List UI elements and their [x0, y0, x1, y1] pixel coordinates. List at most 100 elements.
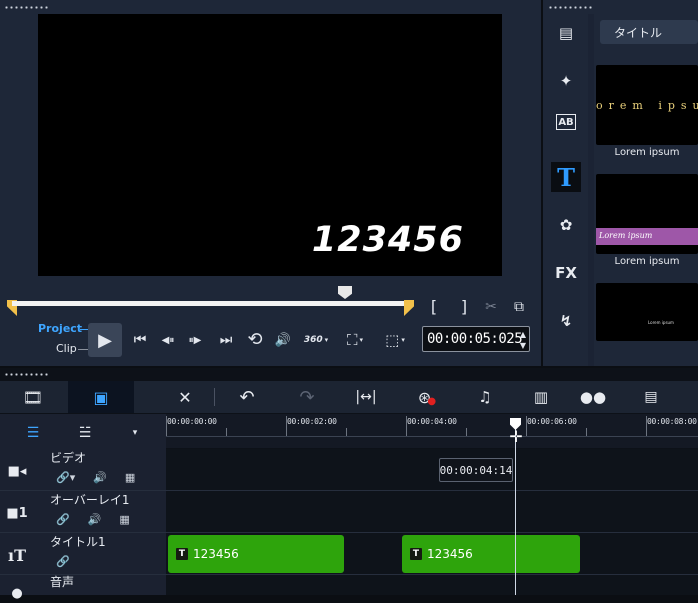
path-icon[interactable]: ↯: [551, 306, 581, 336]
link-icon[interactable]: 🔗: [56, 513, 70, 526]
thumbnail-text: Lorem ipsum: [599, 231, 653, 240]
sound-mixer-icon[interactable]: ♫: [470, 381, 500, 413]
move-cursor-icon: ✛: [509, 427, 523, 446]
track-row-audio: ● 音声: [0, 573, 698, 601]
redo-icon[interactable]: ↷: [292, 381, 322, 413]
timeline-view-icon[interactable]: ▣: [68, 381, 134, 413]
undo-icon[interactable]: ↶: [232, 381, 262, 413]
crop-icon: ⬚: [385, 331, 400, 349]
library-category-dropdown[interactable]: タイトル: [600, 20, 698, 44]
checker-icon[interactable]: ▦: [119, 513, 129, 526]
next-button[interactable]: ⏭: [216, 330, 236, 350]
library-divider: [588, 14, 594, 366]
instant-project-icon[interactable]: ✦: [551, 66, 581, 96]
volume-icon[interactable]: 🔊: [88, 513, 102, 526]
library-category-rail: ▤ ✦ AB T ✿ FX ↯: [543, 14, 588, 366]
step-forward-icon: ⏸▶: [188, 334, 202, 346]
panel-grip[interactable]: [4, 373, 48, 376]
panel-grip[interactable]: [4, 6, 48, 9]
auto-music-icon[interactable]: ▥: [526, 381, 556, 413]
title-thumbnail[interactable]: Lorem ipsum: [596, 283, 698, 341]
split-clip-icon[interactable]: ✂: [480, 296, 502, 318]
add-track-icon[interactable]: ☱: [74, 424, 96, 442]
clip-label: 123456: [427, 547, 473, 561]
mode-connector: [80, 329, 88, 330]
track-name[interactable]: タイトル1: [50, 533, 106, 550]
track-lane[interactable]: [166, 575, 698, 595]
timeline-playhead-line[interactable]: [515, 428, 516, 595]
timecode-down-icon[interactable]: ▼: [517, 340, 529, 350]
title-clip[interactable]: T 123456: [168, 535, 344, 573]
panel-grip[interactable]: [548, 6, 592, 9]
track-tools: 🔗▾ 🔊 ▦: [56, 471, 135, 484]
preview-window[interactable]: 123456: [38, 14, 502, 276]
ruler-tick: [406, 416, 407, 436]
crop-button[interactable]: ⬚ ▾: [380, 330, 410, 350]
mode-project-label[interactable]: Project: [38, 322, 82, 335]
mode-clip-label[interactable]: Clip: [56, 342, 77, 355]
chevron-down-icon: ▾: [324, 336, 329, 344]
scrub-bar[interactable]: [12, 301, 414, 306]
track-tools: 🔗 🔊 ▦: [56, 513, 130, 526]
step-back-button[interactable]: ◀⏸: [158, 330, 178, 350]
ruler-tick: [586, 428, 587, 436]
tools-icon[interactable]: ✕: [168, 381, 202, 413]
track-row-video: ■◂ ビデオ 🔗▾ 🔊 ▦: [0, 449, 698, 491]
timecode-field[interactable]: 00:00:05:025: [422, 326, 530, 352]
link-icon[interactable]: 🔗▾: [56, 471, 75, 484]
track-lane[interactable]: [166, 491, 698, 532]
skip-forward-icon: ⏭: [219, 332, 233, 348]
media-icon[interactable]: ▤: [551, 18, 581, 48]
title-thumbnail[interactable]: orem ipsu: [596, 65, 698, 145]
repeat-icon: ⟲: [247, 328, 263, 350]
transition-icon[interactable]: AB: [556, 114, 576, 130]
previous-button[interactable]: ⏮: [130, 330, 150, 350]
video-track-icon: ■◂: [7, 463, 27, 479]
play-button[interactable]: ▶: [88, 323, 122, 357]
chevron-down-icon[interactable]: ▾: [128, 426, 142, 440]
thumbnail-label: Lorem ipsum: [614, 256, 680, 267]
aspect-ratio-button[interactable]: ⛶ ▾: [340, 330, 370, 350]
playhead-tooltip: 00:00:04:14: [439, 458, 513, 482]
graphics-icon[interactable]: ✿: [551, 210, 581, 240]
record-capture-icon[interactable]: ⊛ ●: [412, 381, 442, 413]
record-dot-icon: ●: [427, 395, 437, 407]
snapshot-icon[interactable]: ⧉: [508, 296, 530, 318]
volume-button[interactable]: 🔊: [272, 330, 294, 350]
motion-tracking-icon[interactable]: ●●: [578, 381, 608, 413]
link-icon[interactable]: 🔗: [56, 555, 70, 568]
thumbnail-label: Lorem ipsum: [614, 147, 680, 158]
title-clip-icon: T: [410, 548, 422, 560]
step-back-icon: ◀⏸: [161, 334, 175, 346]
ruler-tick: [226, 428, 227, 436]
mark-out-button[interactable]: ]: [454, 296, 474, 316]
clip-label: 123456: [193, 547, 239, 561]
track-tools: 🔗: [56, 555, 70, 568]
ruler-tick: [526, 416, 527, 436]
track-manager-icon[interactable]: ☰: [22, 424, 44, 442]
track-name[interactable]: オーバーレイ1: [50, 491, 130, 508]
track-row-title: ıT タイトル1 🔗 T 123456 T 123456: [0, 533, 698, 575]
checker-icon[interactable]: ▦: [125, 471, 135, 484]
subtitle-editor-icon[interactable]: ▤: [636, 381, 666, 413]
storyboard-view-icon[interactable]: 🎞: [10, 381, 56, 413]
ruler-tick: [286, 416, 287, 436]
track-lane[interactable]: [166, 449, 698, 490]
ruler-tick: [346, 428, 347, 436]
track-name[interactable]: 音声: [50, 573, 74, 590]
repeat-button[interactable]: ⟲: [244, 328, 266, 350]
fx-icon[interactable]: FX: [551, 258, 581, 288]
fit-project-icon[interactable]: |↔|: [350, 381, 382, 413]
view-360-button[interactable]: 360 ▾: [300, 331, 332, 349]
track-name[interactable]: ビデオ: [50, 449, 86, 466]
view-360-icon: 360: [303, 335, 323, 345]
mark-in-button[interactable]: [: [424, 296, 444, 316]
timecode-value: 00:00:05:025: [427, 331, 523, 347]
step-forward-button[interactable]: ⏸▶: [184, 330, 206, 350]
title-icon[interactable]: T: [551, 162, 581, 192]
mode-connector: [78, 349, 88, 350]
title-thumbnail[interactable]: Lorem ipsum: [596, 174, 698, 254]
timecode-up-icon[interactable]: ▲: [517, 329, 529, 339]
volume-icon[interactable]: 🔊: [93, 471, 107, 484]
title-clip[interactable]: T 123456: [402, 535, 580, 573]
